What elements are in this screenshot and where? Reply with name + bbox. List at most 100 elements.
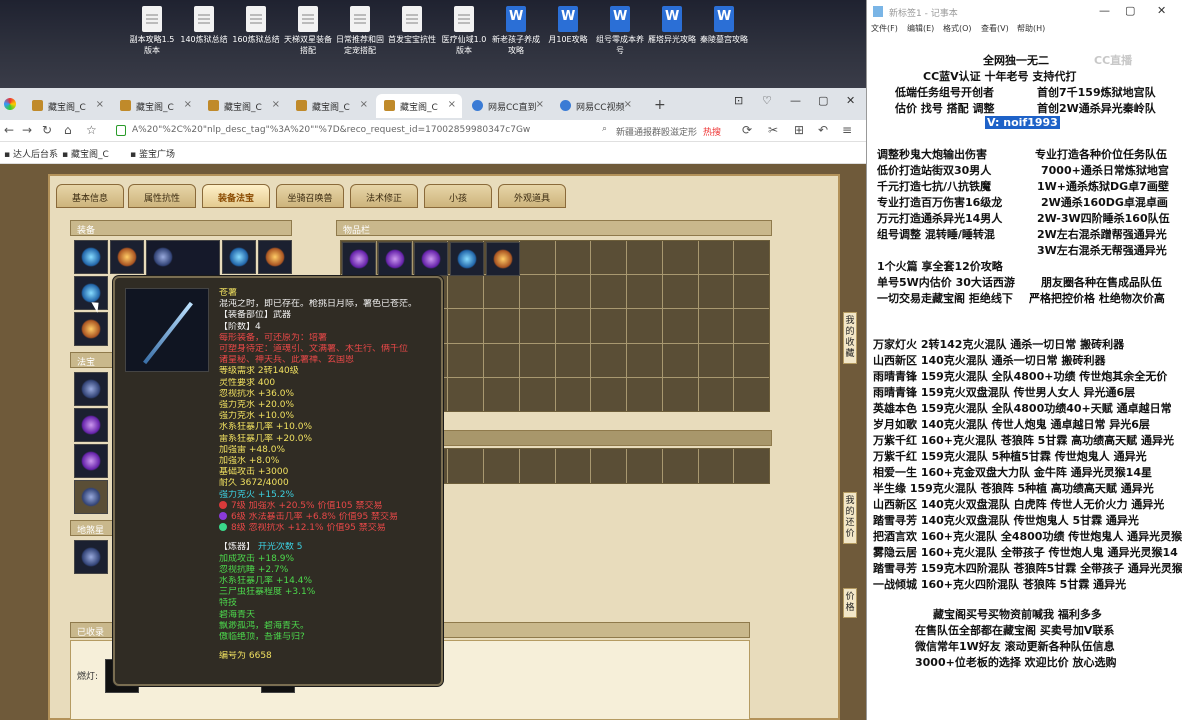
refine-stat: 忽视抗睡 +2.7% xyxy=(219,564,289,575)
browser-tab[interactable]: 藏宝阁_C × xyxy=(200,94,286,118)
address-bar[interactable]: A%20"%2C%20"nlp_desc_tag"%3A%20""%7D&rec… xyxy=(112,123,586,139)
minimize-icon[interactable]: — xyxy=(1099,4,1110,17)
tab-list-icon[interactable]: ⊡ xyxy=(734,94,743,107)
inventory-item[interactable] xyxy=(450,242,484,276)
menu-view[interactable]: 查看(V) xyxy=(981,23,1009,34)
browser-tab-active[interactable]: 藏宝阁_C × xyxy=(376,94,462,118)
desktop-icon[interactable]: 首发宝宝抗性 xyxy=(386,6,438,45)
tab-attributes[interactable]: 属性抗性 xyxy=(128,184,196,208)
bookmark-item[interactable]: ▪ 藏宝阁_C xyxy=(62,147,109,160)
desktop-icon[interactable]: 160炼狱总结 xyxy=(230,6,282,45)
inventory-item[interactable] xyxy=(342,242,376,276)
gem-line: 8级 忽视抗水 +12.1% 价值95 禁交易 xyxy=(219,523,441,534)
desktop-icon[interactable]: 雁塔异光攻略 xyxy=(646,6,698,45)
new-tab-icon[interactable]: + xyxy=(654,97,666,113)
close-tab-icon[interactable]: × xyxy=(448,99,456,110)
sanctuary-slot[interactable] xyxy=(74,540,108,574)
close-tab-icon[interactable]: × xyxy=(184,99,192,110)
bookmark-item[interactable]: ▪ 鉴宝广场 xyxy=(130,147,175,160)
maximize-icon[interactable]: ▢ xyxy=(818,94,828,107)
shirt-icon[interactable]: ♡ xyxy=(762,94,772,107)
search-box[interactable]: ⌕ 新疆通报群殴滋定形 热搜 xyxy=(598,123,734,139)
grid-icon[interactable]: ⊞ xyxy=(794,123,804,137)
menu-help[interactable]: 帮助(H) xyxy=(1017,23,1045,34)
treasure-slot[interactable] xyxy=(74,372,108,406)
browser-tab[interactable]: 藏宝阁_C × xyxy=(112,94,198,118)
treasure-slot[interactable] xyxy=(74,444,108,478)
notepad-line: 万家灯火 2转142克火混队 通杀一切日常 搬砖利器 xyxy=(873,336,1124,352)
menu-file[interactable]: 文件(F) xyxy=(871,23,898,34)
notepad-line-text: 2W-3W四阶睡杀160队伍 xyxy=(1037,212,1170,225)
bookmark-item[interactable]: ▪ 达人后台系 xyxy=(4,147,58,160)
close-tab-icon[interactable]: × xyxy=(96,99,104,110)
inventory-item[interactable] xyxy=(414,242,448,276)
equipment-slot[interactable] xyxy=(74,312,108,346)
equipment-slot[interactable] xyxy=(74,240,108,274)
extension-icon[interactable]: ⟳ xyxy=(742,123,752,137)
maximize-icon[interactable]: ▢ xyxy=(1125,4,1135,17)
forward-icon[interactable]: → xyxy=(22,123,32,137)
browser-tab[interactable]: 网易CC视频 × xyxy=(552,94,638,118)
desktop-icon[interactable]: 秦陵墓宫攻略 xyxy=(698,6,750,45)
close-tab-icon[interactable]: × xyxy=(272,99,280,110)
side-link-favorites[interactable]: 我的收藏 xyxy=(843,312,857,364)
desktop-icon[interactable]: 新老孩子养成攻略 xyxy=(490,6,542,56)
notepad-line: 3000+位老板的选择 欢迎比价 放心选购 xyxy=(915,654,1117,670)
notepad-line-text: 2W通杀160DG卓混卓画 xyxy=(1041,196,1168,209)
browser-logo-icon[interactable] xyxy=(4,98,16,110)
tab-mounts-pets[interactable]: 坐骑召唤兽 xyxy=(276,184,344,208)
undo-icon[interactable]: ↶ xyxy=(818,123,828,137)
notepad-line-text: 3000+位老板的选择 欢迎比价 放心选购 xyxy=(915,656,1117,669)
tab-basic-info[interactable]: 基本信息 xyxy=(56,184,124,208)
desktop-icon[interactable]: 医疗仙域1.0版本 xyxy=(438,6,490,56)
notepad-line: 一切交易走藏宝阁 拒绝线下 xyxy=(877,290,1013,306)
inventory-item[interactable] xyxy=(486,242,520,276)
notepad-line-text: 1W+通杀炼狱DG卓7画壁 xyxy=(1037,180,1169,193)
treasure-slot[interactable] xyxy=(74,408,108,442)
tab-spell-correction[interactable]: 法术修正 xyxy=(350,184,418,208)
close-tab-icon[interactable]: × xyxy=(624,99,632,110)
close-window-icon[interactable]: ✕ xyxy=(1157,4,1166,17)
close-tab-icon[interactable]: × xyxy=(536,99,544,110)
inventory-item[interactable] xyxy=(378,242,412,276)
equipment-slot[interactable] xyxy=(74,276,108,310)
treasure-slot[interactable] xyxy=(74,480,108,514)
lamp-label: 燃灯: xyxy=(77,672,99,682)
desktop-icon[interactable]: 日常推荐和固定宠搭配 xyxy=(334,6,386,56)
bookmark-star-icon[interactable]: ☆ xyxy=(86,123,97,137)
desktop-icon[interactable]: 副本攻略1.5版本 xyxy=(126,6,178,56)
tab-child[interactable]: 小孩 xyxy=(424,184,492,208)
notepad-text-area[interactable]: 全网独一无二 CC蓝V认证 十年老号 支持代打 低端任务组号开创者 首创7千159炼狱… xyxy=(867,36,1182,720)
inventory-section-title: 物品栏 xyxy=(336,220,772,236)
desktop-icon[interactable]: 组号零成本养号 xyxy=(594,6,646,56)
minimize-icon[interactable]: — xyxy=(790,94,801,107)
browser-tab[interactable]: 藏宝阁_C × xyxy=(288,94,374,118)
close-window-icon[interactable]: ✕ xyxy=(846,94,855,107)
browser-tab[interactable]: 藏宝阁_C × xyxy=(24,94,110,118)
desktop-icon[interactable]: 140炼狱总结 xyxy=(178,6,230,45)
back-icon[interactable]: ← xyxy=(4,123,14,137)
side-link-price[interactable]: 价格 xyxy=(843,588,857,618)
close-tab-icon[interactable]: × xyxy=(360,99,368,110)
menu-icon[interactable]: ≡ xyxy=(842,123,852,137)
notepad-line: 雨晴青锋 159克火混队 全队4800+功绩 传世炮其余全无价 xyxy=(873,368,1167,384)
item-stat: 强力克水 +20.0% xyxy=(219,400,294,411)
desktop-icon[interactable]: 天梯双星装备搭配 xyxy=(282,6,334,56)
equipment-slot[interactable] xyxy=(258,240,292,274)
notepad-line-text: 朋友圈各种在售成品队伍 xyxy=(1041,276,1162,289)
tab-appearance[interactable]: 外观道具 xyxy=(498,184,566,208)
equipment-slot[interactable] xyxy=(222,240,256,274)
desktop-icon[interactable]: 月10E攻略 xyxy=(542,6,594,45)
tab-equipment[interactable]: 装备法宝 xyxy=(202,184,270,208)
scissors-icon[interactable]: ✂ xyxy=(768,123,778,137)
reload-icon[interactable]: ↻ xyxy=(42,123,52,137)
notepad-line: 组号调整 混转睡/睡转混 xyxy=(877,226,995,242)
browser-tab[interactable]: 网易CC直到 × xyxy=(464,94,550,118)
menu-edit[interactable]: 编辑(E) xyxy=(907,23,934,34)
equipment-slot[interactable] xyxy=(110,240,144,274)
side-link-bargain[interactable]: 我的还价 xyxy=(843,492,857,544)
site-favicon-icon xyxy=(384,100,395,111)
menu-format[interactable]: 格式(O) xyxy=(943,23,972,34)
home-icon[interactable]: ⌂ xyxy=(64,123,72,137)
notepad-line-text: 雨晴青锋 159克火混队 全队4800+功绩 传世炮其余全无价 xyxy=(873,370,1168,383)
